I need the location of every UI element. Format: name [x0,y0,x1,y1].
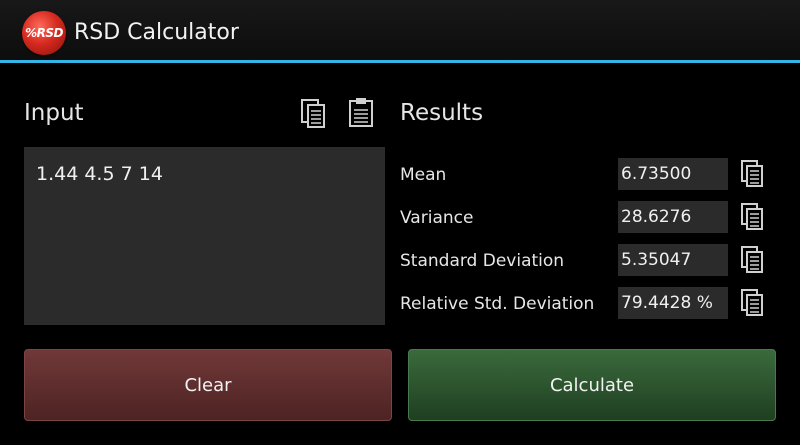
app-logo: %RSD [22,11,66,55]
copy-rsd-icon[interactable] [740,288,768,320]
clear-button[interactable]: Clear [24,349,392,421]
calculate-button[interactable]: Calculate [408,349,776,421]
rsd-label: Relative Std. Deviation [400,294,595,314]
std-dev-value: 5.35047 [618,244,728,276]
copy-std-dev-icon[interactable] [740,245,768,277]
logo-text: %RSD [25,26,63,40]
action-bar-divider [0,60,800,63]
copy-icon[interactable] [300,98,328,130]
mean-value: 6.73500 [618,158,728,190]
rsd-value: 79.4428 % [618,287,728,319]
std-dev-label: Standard Deviation [400,251,565,271]
results-heading: Results [400,100,484,126]
paste-icon[interactable] [347,96,375,128]
app-title: RSD Calculator [74,20,239,45]
variance-label: Variance [400,208,474,228]
copy-variance-icon[interactable] [740,202,768,234]
input-field[interactable]: 1.44 4.5 7 14 [24,147,385,325]
variance-value: 28.6276 [618,201,728,233]
mean-label: Mean [400,165,447,185]
action-bar: %RSD RSD Calculator [0,0,800,63]
input-heading: Input [24,100,84,126]
copy-mean-icon[interactable] [740,159,768,191]
